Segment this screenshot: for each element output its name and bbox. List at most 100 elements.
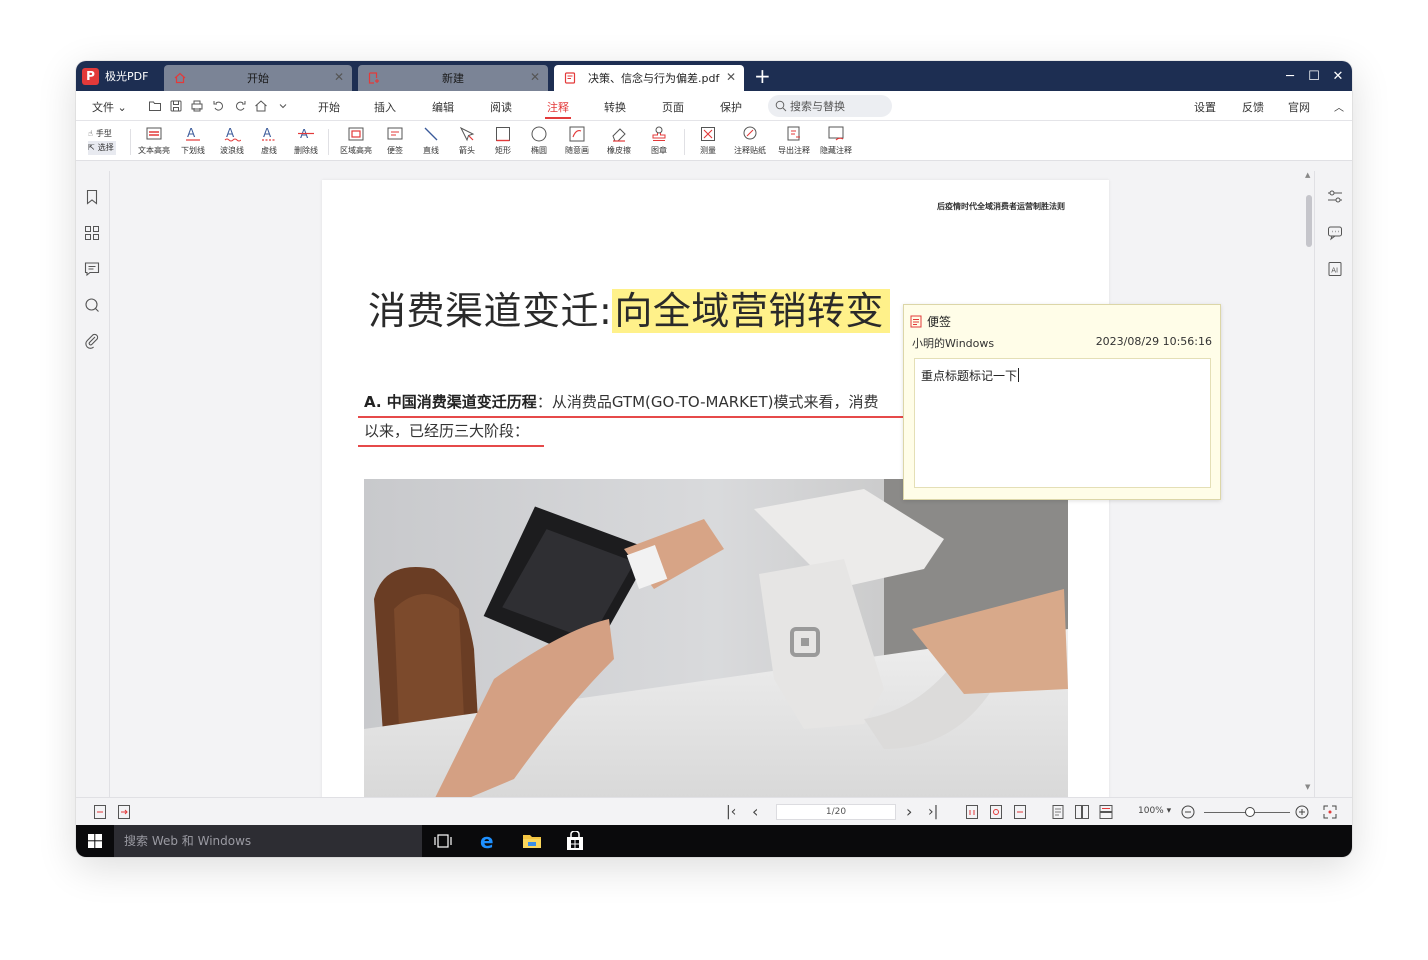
app-logo-icon: P: [82, 67, 99, 85]
sticky-note-textarea[interactable]: 重点标题标记一下: [914, 358, 1211, 488]
text-caret: [1018, 368, 1020, 382]
vertical-scrollbar[interactable]: ▲ ▼: [1304, 171, 1314, 793]
paragraph-line-2: 以来，已经历三大阶段：: [364, 422, 530, 440]
undo-icon[interactable]: [212, 99, 226, 113]
ellipse-icon: [531, 126, 547, 142]
close-icon[interactable]: ✕: [530, 70, 540, 84]
single-view-icon[interactable]: [1050, 804, 1066, 820]
hand-tool[interactable]: ☝ 手型: [88, 127, 116, 141]
last-page-icon[interactable]: ›|: [928, 804, 944, 820]
edge-browser-icon[interactable]: e: [480, 831, 498, 851]
page-number-input[interactable]: 1/20: [776, 804, 896, 820]
thumbnails-icon[interactable]: [84, 225, 100, 241]
menu-read[interactable]: 阅读: [490, 99, 512, 115]
svg-text:AI: AI: [1331, 267, 1338, 275]
two-page-view-icon[interactable]: [1074, 804, 1090, 820]
zoom-level[interactable]: 100% ▾: [1138, 806, 1171, 816]
close-window-button[interactable]: ✕: [1326, 61, 1350, 91]
menu-start[interactable]: 开始: [318, 99, 340, 115]
strikethrough-tool[interactable]: A 删除线: [286, 125, 326, 159]
menu-convert[interactable]: 转换: [604, 99, 626, 115]
line-icon: [424, 127, 438, 141]
eraser-icon: [612, 128, 626, 142]
title-highlighted[interactable]: 向全域营销转变: [612, 289, 890, 333]
file-explorer-icon[interactable]: [522, 832, 542, 850]
attachment-icon[interactable]: [84, 333, 100, 349]
fit-width-icon[interactable]: [988, 804, 1004, 820]
taskbar-search-input[interactable]: 搜索 Web 和 Windows: [114, 825, 422, 857]
export-annotations-icon: [787, 126, 800, 141]
fullscreen-icon[interactable]: [1322, 804, 1338, 820]
underline-annotation[interactable]: [358, 445, 544, 447]
document-title: 消费渠道变迁:向全域营销转变: [368, 280, 890, 335]
close-icon[interactable]: ✕: [334, 70, 344, 84]
dashed-line-icon: A: [262, 126, 276, 141]
comments-icon[interactable]: [84, 261, 100, 277]
zoom-in-icon[interactable]: [1294, 804, 1310, 820]
close-icon[interactable]: ✕: [726, 70, 736, 84]
menu-feedback[interactable]: 反馈: [1242, 99, 1264, 115]
tab-label: 新建: [442, 72, 464, 85]
tab-home[interactable]: 开始 ✕: [164, 65, 352, 91]
rectangle-icon: [496, 127, 510, 142]
tab-document[interactable]: 决策、信念与行为偏差.pdf ✕: [554, 65, 744, 91]
title-plain: 消费渠道变迁:: [368, 289, 613, 333]
fit-page-icon[interactable]: [116, 804, 132, 820]
search-panel-icon[interactable]: [84, 297, 100, 313]
menu-settings[interactable]: 设置: [1194, 99, 1216, 115]
file-menu[interactable]: 文件 ⌄: [92, 99, 127, 115]
menu-website[interactable]: 官网: [1288, 99, 1310, 115]
maximize-button[interactable]: ☐: [1302, 61, 1326, 91]
underline-annotation[interactable]: [358, 416, 918, 418]
sticker-icon: [743, 126, 757, 140]
freehand-icon: [569, 126, 585, 142]
collapse-ribbon-icon[interactable]: ︿: [1334, 99, 1344, 114]
customize-dropdown-icon[interactable]: [276, 99, 290, 113]
sticky-note-author: 小明的Windows: [912, 337, 995, 350]
menu-protect[interactable]: 保护: [720, 99, 742, 115]
select-tool[interactable]: ⇱ 选择: [88, 141, 116, 155]
previous-page-icon[interactable]: ‹: [752, 804, 768, 820]
menu-annotate[interactable]: 注释: [545, 99, 571, 119]
menu-insert[interactable]: 插入: [374, 99, 396, 115]
hide-annotations-tool[interactable]: 隐藏注释: [816, 125, 856, 159]
zoom-out-icon[interactable]: [1180, 804, 1196, 820]
scroll-up-icon[interactable]: ▲: [1305, 171, 1310, 179]
next-page-icon[interactable]: ›: [906, 804, 922, 820]
windows-taskbar: 搜索 Web 和 Windows e: [76, 825, 1352, 857]
redo-icon[interactable]: [233, 99, 247, 113]
save-icon[interactable]: [169, 99, 183, 113]
actual-size-icon[interactable]: [964, 804, 980, 820]
minimize-button[interactable]: ─: [1278, 61, 1302, 91]
fit-visible-icon[interactable]: [1012, 804, 1028, 820]
note-icon: [910, 315, 922, 328]
stamp-tool[interactable]: 图章: [639, 125, 679, 159]
task-view-icon[interactable]: [434, 834, 452, 848]
first-page-icon[interactable]: |‹: [726, 804, 742, 820]
ai-icon[interactable]: AI: [1327, 261, 1343, 277]
sticky-note-popup[interactable]: 便签 小明的Windows 2023/08/29 10:56:16 重点标题标记…: [903, 304, 1221, 500]
chat-icon[interactable]: [1327, 225, 1343, 241]
home-quick-icon[interactable]: [254, 99, 268, 113]
single-page-icon[interactable]: [92, 804, 108, 820]
sticky-note-content: 重点标题标记一下: [921, 369, 1018, 383]
tab-new[interactable]: 新建 ✕: [358, 65, 548, 91]
menu-page[interactable]: 页面: [662, 99, 684, 115]
menu-edit[interactable]: 编辑: [432, 99, 454, 115]
app-brand[interactable]: P 极光PDF: [76, 61, 162, 91]
bookmark-icon[interactable]: [84, 189, 100, 205]
store-icon[interactable]: [566, 831, 584, 851]
area-highlight-icon: [348, 127, 364, 141]
search-replace-input[interactable]: 搜索与替换: [768, 95, 892, 117]
sticky-note-title: 便签: [927, 315, 952, 329]
tab-label: 决策、信念与行为偏差.pdf: [588, 72, 720, 85]
open-folder-icon[interactable]: [148, 99, 162, 113]
scroll-down-icon[interactable]: ▼: [1305, 783, 1310, 791]
new-tab-button[interactable]: +: [754, 63, 771, 89]
continuous-view-icon[interactable]: [1098, 804, 1114, 820]
scrollbar-thumb[interactable]: [1306, 195, 1312, 247]
properties-icon[interactable]: [1327, 189, 1343, 205]
print-icon[interactable]: [190, 99, 204, 113]
windows-start-icon[interactable]: [88, 834, 102, 848]
zoom-slider-handle[interactable]: [1245, 807, 1255, 817]
